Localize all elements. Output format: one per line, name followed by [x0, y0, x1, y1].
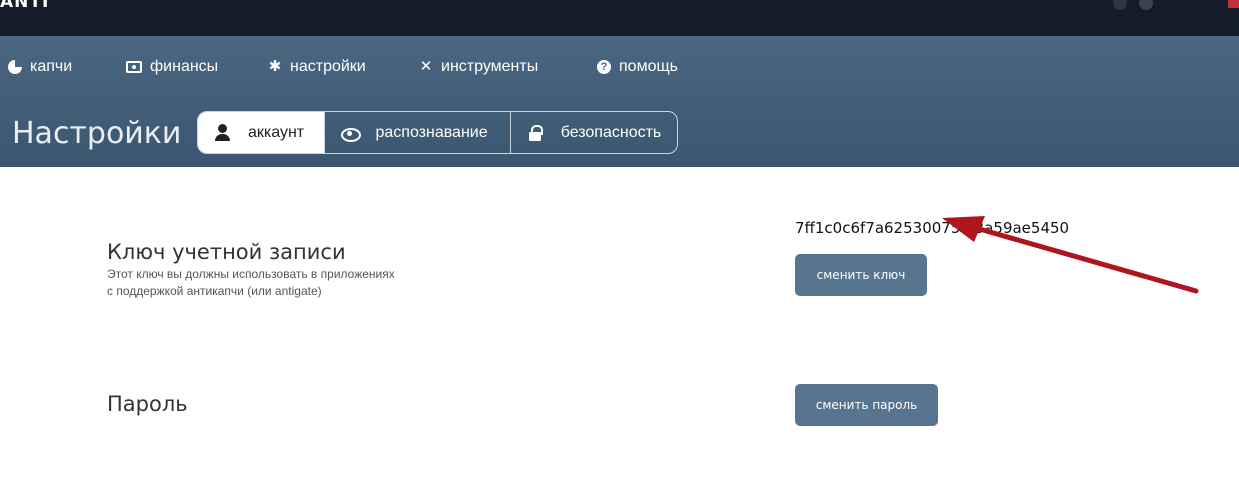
change-key-button[interactable]: сменить ключ — [795, 254, 927, 296]
header: капчи финансы ✱ настройки ✕ инструменты … — [0, 36, 1239, 167]
nav-item-label: помощь — [619, 58, 678, 75]
top-bar: ANTI — [0, 0, 1239, 36]
money-icon — [126, 61, 142, 73]
tab-account[interactable]: аккаунт — [198, 112, 326, 153]
settings-tabs: аккаунт распознавание безопасность — [197, 111, 678, 154]
nav-item-help[interactable]: ? помощь — [597, 57, 678, 77]
tab-recognition[interactable]: распознавание — [325, 112, 511, 153]
change-password-button[interactable]: сменить пароль — [795, 384, 938, 426]
info-icon[interactable] — [1139, 0, 1153, 10]
account-key-description-line: с поддержкой антикапчи (или antigate) — [107, 284, 322, 298]
nav-item-label: финансы — [150, 58, 219, 75]
gear-icon: ✱ — [268, 58, 282, 75]
account-key-title: Ключ учетной записи — [107, 240, 346, 264]
page-title: Настройки — [12, 116, 182, 151]
nav-item-finances[interactable]: финансы — [126, 57, 218, 77]
nav-item-label: настройки — [290, 58, 366, 75]
help-icon: ? — [597, 60, 611, 74]
password-title: Пароль — [107, 392, 188, 416]
main-nav: капчи финансы ✱ настройки ✕ инструменты … — [0, 36, 1239, 96]
nav-item-tools[interactable]: ✕ инструменты — [419, 57, 539, 77]
nav-item-label: инструменты — [441, 58, 539, 75]
lock-icon — [527, 124, 545, 142]
user-icon — [214, 123, 232, 142]
eye-icon — [341, 124, 362, 142]
account-key-value[interactable]: 7ff1c0c6f7a62530075...3a59ae5450 — [795, 219, 1069, 237]
tab-label: безопасность — [560, 123, 662, 141]
pie-chart-icon — [8, 60, 22, 74]
nav-item-label: капчи — [30, 58, 73, 75]
tab-label: аккаунт — [248, 123, 305, 141]
tools-icon: ✕ — [419, 58, 433, 75]
account-key-description: Этот ключ вы должны использовать в прило… — [107, 266, 427, 300]
nav-item-captchas[interactable]: капчи — [8, 57, 72, 77]
tab-security[interactable]: безопасность — [511, 112, 677, 153]
account-key-description-line: Этот ключ вы должны использовать в прило… — [107, 267, 395, 281]
nav-item-settings[interactable]: ✱ настройки — [268, 57, 366, 77]
tab-label: распознавание — [375, 123, 488, 141]
flag-icon[interactable] — [1228, 0, 1239, 8]
logo[interactable]: ANTI — [0, 0, 49, 12]
shield-icon[interactable] — [1113, 0, 1127, 10]
